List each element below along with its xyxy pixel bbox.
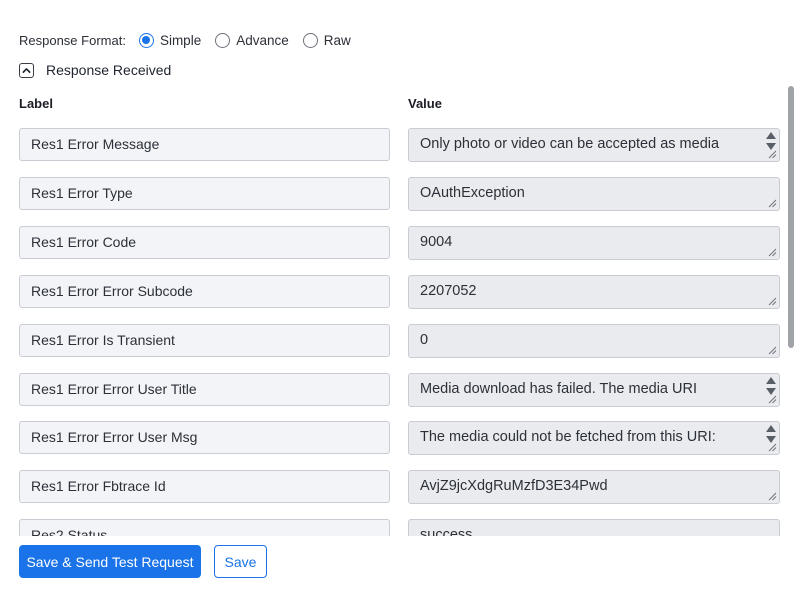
radio-advance-circle[interactable] xyxy=(215,32,231,48)
resize-grip-icon[interactable] xyxy=(768,297,777,306)
response-fields-list[interactable]: Res1 Error Message Only photo or video ca… xyxy=(0,118,802,536)
radio-raw-label: Raw xyxy=(323,32,351,48)
response-format-label: Response Format: xyxy=(19,32,126,48)
field-value-textarea[interactable]: OAuthException xyxy=(408,176,780,211)
section-title: Response Received xyxy=(46,62,172,78)
field-label-input[interactable]: Res2 Status xyxy=(19,519,390,536)
field-value-textarea[interactable]: Media download has failed. The media URI xyxy=(408,372,780,407)
field-value-text: Media download has failed. The media URI xyxy=(420,380,698,397)
field-row: Res2 Status success xyxy=(0,519,802,536)
field-value-text: The media could not be fetched from this… xyxy=(420,429,716,446)
field-label-input[interactable]: Res1 Error Fbtrace Id xyxy=(19,470,390,504)
field-row: Res1 Error Fbtrace Id AvjZ9jcXdgRuMzfD3E3… xyxy=(0,470,802,505)
field-value-textarea[interactable]: success xyxy=(408,519,780,536)
field-value-text: AvjZ9jcXdgRuMzfD3E34Pwd xyxy=(420,478,608,495)
field-row: Res1 Error Error User Msg The media could… xyxy=(0,421,802,456)
field-value-text: success xyxy=(420,527,473,536)
field-label-input[interactable]: Res1 Error Error User Title xyxy=(19,372,390,406)
resize-grip-icon[interactable] xyxy=(768,199,777,208)
field-value-text: 2207052 xyxy=(420,282,477,299)
field-label-input[interactable]: Res1 Error Type xyxy=(19,176,390,210)
response-received-header: Response Received xyxy=(19,62,171,78)
field-value-textarea[interactable]: The media could not be fetched from this… xyxy=(408,421,780,456)
field-row: Res1 Error Code 9004 xyxy=(0,225,802,260)
resize-grip-icon[interactable] xyxy=(768,150,777,159)
field-label-input[interactable]: Res1 Error Error Subcode xyxy=(19,274,390,308)
radio-advance[interactable]: Advance xyxy=(215,32,289,48)
scroll-up-arrow-icon[interactable] xyxy=(765,376,777,385)
radio-simple-label: Simple xyxy=(159,32,202,48)
response-format-group: Response Format: Simple Advance Raw xyxy=(19,31,365,49)
textarea-scroll-arrows[interactable] xyxy=(765,131,777,151)
save-button[interactable]: Save xyxy=(214,545,267,578)
radio-advance-label: Advance xyxy=(236,32,289,48)
scroll-up-arrow-icon[interactable] xyxy=(765,424,777,433)
scrollbar-thumb[interactable] xyxy=(788,86,794,348)
field-row: Res1 Error Error Subcode 2207052 xyxy=(0,274,802,309)
field-value-text: OAuthException xyxy=(420,184,525,201)
field-row: Res1 Error Message Only photo or video ca… xyxy=(0,128,802,162)
field-label-input[interactable]: Res1 Error Message xyxy=(19,128,390,161)
response-panel: Response Format: Simple Advance Raw Resp… xyxy=(0,0,802,590)
column-header-label: Label xyxy=(19,96,53,111)
scroll-up-arrow-icon[interactable] xyxy=(765,131,777,140)
column-header-value: Value xyxy=(408,96,442,111)
field-value-text: 9004 xyxy=(420,233,453,250)
field-value-text: 0 xyxy=(420,331,429,348)
resize-grip-icon[interactable] xyxy=(768,248,777,257)
field-value-textarea[interactable]: 0 xyxy=(408,323,780,358)
field-row: Res1 Error Error User Title Media downloa… xyxy=(0,372,802,407)
radio-raw[interactable]: Raw xyxy=(302,32,351,48)
radio-raw-circle[interactable] xyxy=(302,32,318,48)
field-label-input[interactable]: Res1 Error Error User Msg xyxy=(19,421,390,455)
resize-grip-icon[interactable] xyxy=(768,346,777,355)
field-value-text: Only photo or video can be accepted as m… xyxy=(420,136,720,152)
field-row: Res1 Error Type OAuthException xyxy=(0,176,802,211)
resize-grip-icon[interactable] xyxy=(768,492,777,501)
textarea-scroll-arrows[interactable] xyxy=(765,376,777,396)
field-value-textarea[interactable]: 2207052 xyxy=(408,274,780,309)
radio-simple[interactable]: Simple xyxy=(138,32,202,48)
radio-simple-circle[interactable] xyxy=(138,32,154,48)
field-value-textarea[interactable]: 9004 xyxy=(408,225,780,260)
field-value-textarea[interactable]: AvjZ9jcXdgRuMzfD3E34Pwd xyxy=(408,470,780,505)
chevron-up-icon xyxy=(22,67,31,73)
resize-grip-icon[interactable] xyxy=(768,395,777,404)
save-send-test-request-button[interactable]: Save & Send Test Request xyxy=(19,545,201,578)
resize-grip-icon[interactable] xyxy=(768,443,777,452)
field-label-input[interactable]: Res1 Error Is Transient xyxy=(19,323,390,357)
collapse-toggle-button[interactable] xyxy=(19,62,34,78)
field-value-textarea[interactable]: Only photo or video can be accepted as m… xyxy=(408,128,780,162)
field-row: Res1 Error Is Transient 0 xyxy=(0,323,802,358)
field-label-input[interactable]: Res1 Error Code xyxy=(19,225,390,259)
textarea-scroll-arrows[interactable] xyxy=(765,424,777,444)
